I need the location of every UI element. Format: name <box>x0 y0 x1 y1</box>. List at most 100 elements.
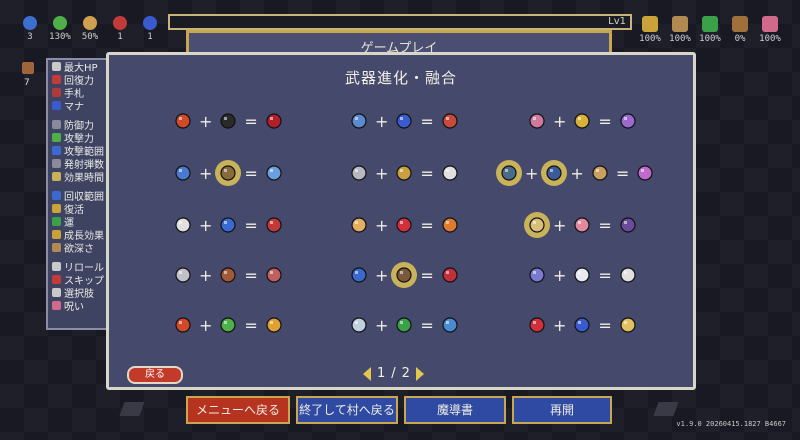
stat-label: スキップ <box>64 276 104 286</box>
heart-icon[interactable] <box>394 215 414 235</box>
potion-gold-icon[interactable] <box>618 315 638 335</box>
recipe-row: + = <box>349 161 460 185</box>
stat-icon <box>52 288 61 297</box>
whip-icon[interactable] <box>173 111 193 131</box>
magic-bag-icon[interactable] <box>618 215 638 235</box>
scythe-icon[interactable] <box>440 163 460 183</box>
level-bar: Lv1 <box>168 14 632 30</box>
red-book-icon[interactable] <box>440 265 460 285</box>
stat-value: 100% <box>699 34 721 44</box>
clover-icon[interactable] <box>394 315 414 335</box>
stat-label: 攻撃力 <box>64 134 94 144</box>
orb-icon[interactable] <box>572 315 592 335</box>
resume-button[interactable]: 再開 <box>512 396 612 424</box>
plus-sign: + <box>525 163 539 183</box>
bird-icon[interactable] <box>218 215 238 235</box>
cross-icon[interactable] <box>173 215 193 235</box>
stat-value: 100% <box>669 34 691 44</box>
flame-skull-icon[interactable] <box>264 315 284 335</box>
equals-sign: = <box>598 111 612 131</box>
leaf-icon[interactable] <box>218 315 238 335</box>
sparkle-wand-icon[interactable] <box>264 163 284 183</box>
heart-dark-icon[interactable] <box>218 111 238 131</box>
wand-search-icon[interactable] <box>349 111 369 131</box>
equals-sign: = <box>598 265 612 285</box>
orb-icon <box>143 16 157 30</box>
card-icon[interactable] <box>349 265 369 285</box>
recipe-row: + = <box>173 213 284 237</box>
bone-icon[interactable] <box>618 265 638 285</box>
target-icon[interactable] <box>440 111 460 131</box>
page-sep: / <box>391 366 396 381</box>
orb-ring-icon[interactable] <box>394 111 414 131</box>
prev-page-icon[interactable] <box>363 366 371 381</box>
equals-sign: = <box>244 215 258 235</box>
stat-icon <box>52 101 61 110</box>
skull-icon[interactable] <box>572 215 592 235</box>
recipe-row: + + = <box>499 161 655 185</box>
scroll-icon[interactable] <box>218 163 239 183</box>
menu-button[interactable]: メニューへ戻る <box>186 396 290 424</box>
plus-sign: + <box>199 111 213 131</box>
stat-value: 0% <box>734 34 746 44</box>
stat-item: 130% <box>48 16 72 42</box>
plus-sign: + <box>375 265 389 285</box>
stat-value: 100% <box>639 34 661 44</box>
fireball-icon[interactable] <box>440 215 460 235</box>
triple-dagger-icon[interactable] <box>264 265 284 285</box>
blue-sword-icon[interactable] <box>440 315 460 335</box>
back-button[interactable]: 戻る <box>127 366 183 384</box>
stat-label: 回復力 <box>64 76 94 86</box>
garlic-icon[interactable] <box>349 215 369 235</box>
plus-sign: + <box>553 265 567 285</box>
plus-sign: + <box>375 315 389 335</box>
glove-icon[interactable] <box>218 265 238 285</box>
stat-label: 発射弾数 <box>64 160 104 170</box>
equals-sign: = <box>420 163 434 183</box>
equals-sign: = <box>244 315 258 335</box>
spiral-icon[interactable] <box>527 265 547 285</box>
level-label: Lv1 <box>608 16 626 27</box>
quit-village-button[interactable]: 終了して村へ戻る <box>296 396 398 424</box>
stat-item: 100% <box>758 16 782 44</box>
recipe-row: + = <box>173 161 284 185</box>
stat-icon <box>52 62 61 71</box>
stat-label: 成長効果 <box>64 231 104 241</box>
stat-icon <box>52 133 61 142</box>
magic-wand-icon[interactable] <box>173 163 193 183</box>
axe-icon[interactable] <box>349 163 369 183</box>
stat-item: 100% <box>638 16 662 44</box>
dagger-icon[interactable] <box>173 265 193 285</box>
book-blade-icon[interactable] <box>499 163 519 183</box>
bloody-whip-icon[interactable] <box>264 111 284 131</box>
stat-icon <box>52 191 61 200</box>
leaf-icon <box>53 16 67 30</box>
stat-label: 運 <box>64 218 74 228</box>
target-ring-icon[interactable] <box>618 111 638 131</box>
chest-icon[interactable] <box>394 265 415 285</box>
equals-sign: = <box>420 315 434 335</box>
map-icon[interactable] <box>527 215 547 235</box>
stat-item: 0% <box>728 16 752 44</box>
swords-icon[interactable] <box>349 315 369 335</box>
tome-icon[interactable] <box>544 163 565 183</box>
stat-icon <box>52 120 61 129</box>
diamond-cross-icon[interactable] <box>264 215 284 235</box>
wings-icon[interactable] <box>572 265 592 285</box>
grimoire-button[interactable]: 魔導書 <box>404 396 506 424</box>
page-total: 2 <box>401 366 410 381</box>
stat-label: 欲深さ <box>64 244 94 254</box>
book-stack-icon[interactable] <box>590 163 610 183</box>
stat-value: 130% <box>49 32 71 42</box>
potion-red-icon[interactable] <box>527 315 547 335</box>
blades-icon[interactable] <box>635 163 655 183</box>
side-left-value: 7 <box>24 78 30 88</box>
next-page-icon[interactable] <box>415 366 424 381</box>
crown-icon[interactable] <box>572 111 592 131</box>
fire-wand-icon[interactable] <box>173 315 193 335</box>
heart-icon <box>113 16 127 30</box>
stat-label: 攻撃範囲 <box>64 147 104 157</box>
ring-pink-icon[interactable] <box>527 111 547 131</box>
stat-label: 最大HP <box>64 63 98 73</box>
candles-icon[interactable] <box>394 163 414 183</box>
